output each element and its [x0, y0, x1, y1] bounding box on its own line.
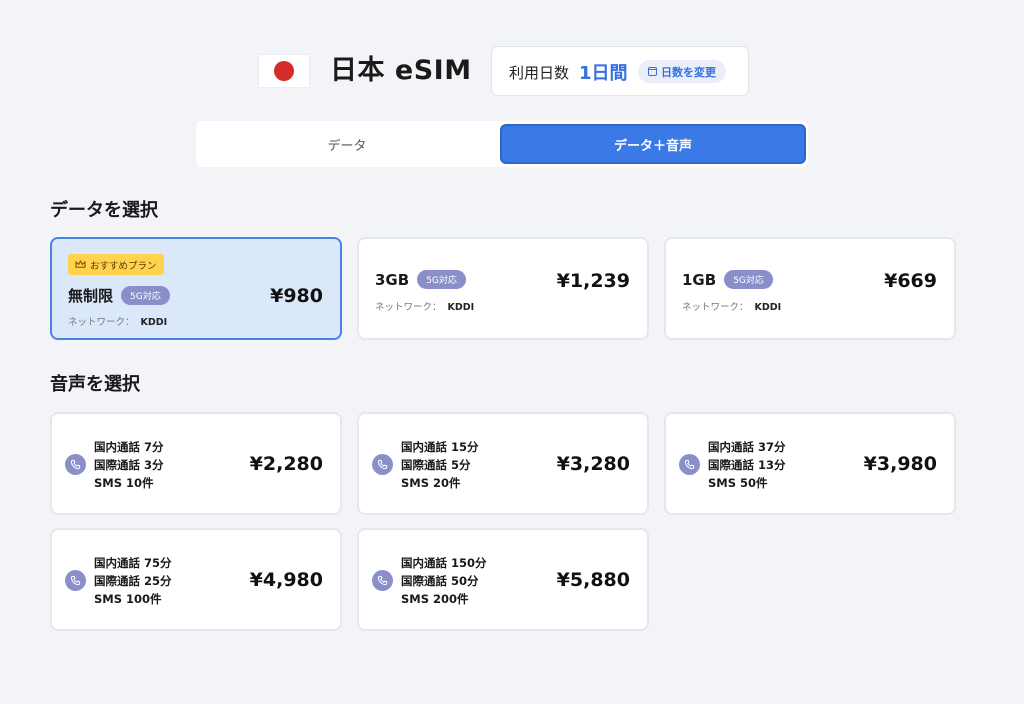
plan-price: ¥3,980 — [863, 453, 937, 475]
network-label: ネットワーク： — [375, 302, 442, 313]
plan-type-tabs: データ データ＋音声 — [196, 121, 808, 167]
network-label: ネットワーク： — [68, 317, 135, 328]
plan-price: ¥3,280 — [556, 453, 630, 475]
voice-details: 国内通話 150分 国際通話 50分 SMS 200件 — [401, 554, 487, 608]
voice-details: 国内通話 15分 国際通話 5分 SMS 20件 — [401, 438, 479, 492]
domestic-calls: 国内通話 75分 — [94, 556, 172, 570]
5g-badge: 5G対応 — [121, 286, 170, 305]
plan-price: ¥5,880 — [556, 569, 630, 591]
days-label: 利用日数 — [509, 64, 570, 82]
plan-name: 無制限 — [68, 287, 114, 305]
5g-badge: 5G対応 — [724, 270, 773, 289]
international-calls: 国際通話 25分 — [94, 574, 172, 588]
page-header: 日本 eSIM 利用日数 1日間 日数を変更 — [0, 46, 1024, 96]
crown-icon — [75, 260, 86, 268]
japan-flag-icon — [258, 54, 310, 88]
voice-details: 国内通話 75分 国際通話 25分 SMS 100件 — [94, 554, 172, 608]
voice-plan-card[interactable]: 国内通話 7分 国際通話 3分 SMS 10件 ¥2,280 — [50, 412, 342, 515]
international-calls: 国際通話 5分 — [401, 458, 471, 472]
sms-count: SMS 10件 — [94, 476, 154, 490]
plan-price: ¥1,239 — [556, 270, 630, 292]
network-value: KDDI — [447, 302, 475, 313]
plan-row: 無制限 5G対応 — [68, 285, 170, 306]
sms-count: SMS 100件 — [94, 592, 162, 606]
phone-icon — [372, 570, 393, 591]
phone-icon — [372, 454, 393, 475]
data-section-title: データを選択 — [50, 200, 158, 221]
recommended-label: おすすめプラン — [90, 260, 157, 272]
voice-plan-card[interactable]: 国内通話 150分 国際通話 50分 SMS 200件 ¥5,880 — [357, 528, 649, 631]
voice-section-title: 音声を選択 — [50, 374, 140, 395]
days-value: 1日間 — [579, 63, 628, 84]
voice-plan-card[interactable]: 国内通話 15分 国際通話 5分 SMS 20件 ¥3,280 — [357, 412, 649, 515]
network-value: KDDI — [754, 302, 782, 313]
usage-days-box: 利用日数 1日間 日数を変更 — [491, 46, 749, 96]
tab-data[interactable]: データ — [196, 121, 498, 167]
data-plan-card-3gb[interactable]: 3GB 5G対応 ネットワーク： KDDI ¥1,239 — [357, 237, 649, 340]
network-info: ネットワーク： KDDI — [375, 299, 474, 313]
international-calls: 国際通話 50分 — [401, 574, 479, 588]
network-value: KDDI — [140, 317, 168, 328]
data-plan-card-unlimited[interactable]: おすすめプラン 無制限 5G対応 ネットワーク： KDDI ¥980 — [50, 237, 342, 340]
domestic-calls: 国内通話 37分 — [708, 440, 786, 454]
plan-price: ¥980 — [270, 285, 323, 307]
page-title: 日本 eSIM — [330, 55, 472, 86]
network-label: ネットワーク： — [682, 302, 749, 313]
tab-data-voice[interactable]: データ＋音声 — [500, 124, 806, 164]
voice-plan-card[interactable]: 国内通話 37分 国際通話 13分 SMS 50件 ¥3,980 — [664, 412, 956, 515]
international-calls: 国際通話 3分 — [94, 458, 164, 472]
plan-name: 1GB — [682, 270, 717, 289]
plan-price: ¥2,280 — [249, 453, 323, 475]
domestic-calls: 国内通話 15分 — [401, 440, 479, 454]
sms-count: SMS 20件 — [401, 476, 461, 490]
flag-sun — [274, 61, 294, 81]
voice-details: 国内通話 7分 国際通話 3分 SMS 10件 — [94, 438, 164, 492]
plan-price: ¥4,980 — [249, 569, 323, 591]
voice-plan-card[interactable]: 国内通話 75分 国際通話 25分 SMS 100件 ¥4,980 — [50, 528, 342, 631]
network-info: ネットワーク： KDDI — [682, 299, 781, 313]
plan-price: ¥669 — [884, 270, 937, 292]
sms-count: SMS 200件 — [401, 592, 469, 606]
recommended-badge: おすすめプラン — [68, 254, 164, 275]
change-days-button[interactable]: 日数を変更 — [638, 60, 726, 83]
5g-badge: 5G対応 — [417, 270, 466, 289]
phone-icon — [65, 570, 86, 591]
plan-row: 1GB 5G対応 — [682, 270, 773, 289]
plan-row: 3GB 5G対応 — [375, 270, 466, 289]
phone-icon — [65, 454, 86, 475]
international-calls: 国際通話 13分 — [708, 458, 786, 472]
domestic-calls: 国内通話 7分 — [94, 440, 164, 454]
sms-count: SMS 50件 — [708, 476, 768, 490]
network-info: ネットワーク： KDDI — [68, 314, 167, 328]
domestic-calls: 国内通話 150分 — [401, 556, 487, 570]
change-days-label: 日数を変更 — [661, 65, 716, 79]
plan-name: 3GB — [375, 270, 410, 289]
phone-icon — [679, 454, 700, 475]
calendar-icon — [648, 67, 657, 76]
voice-details: 国内通話 37分 国際通話 13分 SMS 50件 — [708, 438, 786, 492]
data-plan-card-1gb[interactable]: 1GB 5G対応 ネットワーク： KDDI ¥669 — [664, 237, 956, 340]
